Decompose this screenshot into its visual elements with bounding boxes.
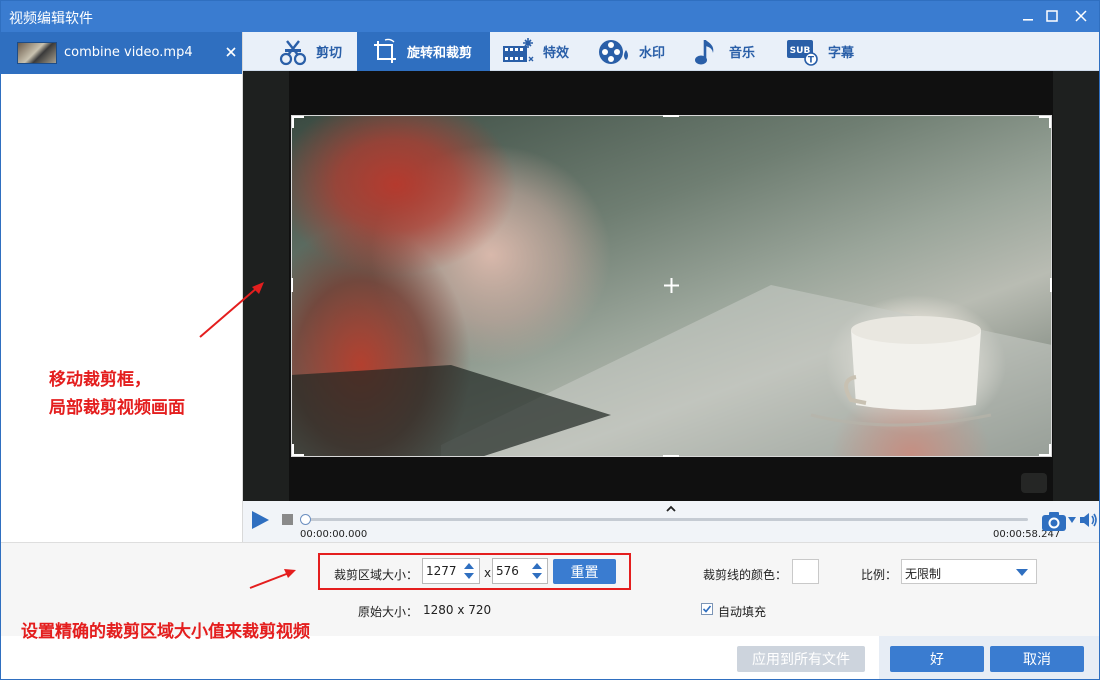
title-bar: 视频编辑软件	[1, 1, 1099, 32]
ok-button[interactable]: 好	[890, 646, 984, 672]
current-time: 00:00:00.000	[300, 529, 368, 540]
ratio-select[interactable]: 无限制	[901, 559, 1037, 584]
annotation-arrow-icon	[249, 569, 296, 589]
maximize-button[interactable]	[1040, 5, 1064, 27]
timeline-track[interactable]	[304, 518, 1028, 521]
annotation-crop-hint-line1: 移动裁剪框，	[49, 370, 151, 390]
remove-file-button[interactable]	[223, 44, 239, 60]
auto-fill-label: 自动填充	[718, 605, 767, 619]
cut-icon	[279, 39, 307, 65]
rotate-crop-icon	[374, 38, 396, 63]
tab-cut[interactable]: 剪切	[276, 32, 356, 71]
tab-label: 旋转和裁剪	[407, 46, 473, 61]
close-window-button[interactable]	[1069, 5, 1093, 27]
minimize-button[interactable]	[1016, 5, 1040, 27]
spinner-arrows-icon[interactable]	[463, 561, 475, 581]
music-icon	[695, 39, 714, 64]
play-icon[interactable]	[250, 510, 270, 530]
annotation-size-hint: 设置精确的裁剪区域大小值来裁剪视频	[21, 622, 310, 642]
file-list-item[interactable]: combine video.mp4	[1, 32, 242, 74]
apply-all-button[interactable]: 应用到所有文件	[737, 646, 865, 672]
crop-handle-left[interactable]	[291, 278, 293, 292]
crop-handle-bottom[interactable]	[663, 455, 679, 457]
tab-label: 音乐	[729, 46, 756, 61]
file-name: combine video.mp4	[64, 45, 193, 60]
crop-height-value: 576	[496, 564, 519, 578]
auto-fill-checkbox[interactable]	[701, 603, 713, 615]
crop-height-stepper[interactable]: 576	[492, 558, 548, 584]
ratio-label: 比例：	[861, 568, 898, 582]
maximize-icon	[1046, 10, 1058, 22]
tab-subtitle[interactable]: SUB T 字幕	[786, 32, 876, 71]
crop-line-color-picker[interactable]	[792, 559, 819, 584]
subtitle-icon: SUB T	[787, 39, 818, 66]
video-thumbnail	[17, 42, 57, 64]
crop-width-value: 1277	[426, 564, 457, 578]
times-sign: x	[484, 566, 492, 580]
window-title: 视频编辑软件	[9, 11, 93, 27]
app-window: 视频编辑软件 combine video.mp4 剪切 旋转和裁剪 特效 水印 …	[0, 0, 1100, 680]
crop-handle-top-right[interactable]	[1039, 116, 1051, 128]
ratio-value: 无限制	[905, 567, 942, 581]
crop-handle-top[interactable]	[663, 115, 679, 117]
tab-label: 特效	[543, 46, 570, 61]
tab-effects[interactable]: 特效	[501, 32, 581, 71]
stop-button[interactable]	[282, 514, 293, 525]
edit-tab-bar: 剪切 旋转和裁剪 特效 水印 音乐 SUB T 字幕	[243, 32, 1099, 71]
chevron-down-icon[interactable]	[1068, 517, 1076, 523]
crop-line-color-label: 裁剪线的颜色：	[703, 568, 788, 582]
volume-icon[interactable]	[1079, 511, 1099, 529]
original-size-label: 原始大小：	[358, 605, 419, 619]
tab-label: 水印	[639, 46, 666, 61]
tab-label: 字幕	[828, 46, 855, 61]
svg-text:T: T	[808, 55, 815, 65]
tab-music[interactable]: 音乐	[693, 32, 773, 71]
close-icon	[226, 47, 236, 57]
original-size-value: 1280 x 720	[423, 603, 492, 617]
video-watermark-logo	[1021, 473, 1047, 493]
crop-handle-bottom-left[interactable]	[292, 444, 304, 456]
minimize-icon	[1023, 19, 1033, 21]
crop-handle-bottom-right[interactable]	[1039, 444, 1051, 456]
crop-handle-top-left[interactable]	[292, 116, 304, 128]
annotation-crop-hint-line2: 局部裁剪视频画面	[49, 398, 185, 418]
crop-width-stepper[interactable]: 1277	[422, 558, 480, 584]
timeline-scrubber[interactable]	[300, 514, 311, 525]
tab-watermark[interactable]: 水印	[597, 32, 677, 71]
snapshot-camera-icon[interactable]	[1041, 510, 1067, 532]
effects-icon	[503, 37, 534, 62]
close-icon	[1075, 10, 1087, 22]
cancel-button[interactable]: 取消	[990, 646, 1084, 672]
crop-handle-right[interactable]	[1050, 278, 1052, 292]
chevron-down-icon	[1016, 569, 1028, 576]
tab-rotate-crop[interactable]: 旋转和裁剪	[357, 32, 490, 71]
reset-button[interactable]: 重置	[553, 559, 616, 584]
spinner-arrows-icon[interactable]	[531, 561, 543, 581]
chevron-up-icon[interactable]	[665, 504, 677, 514]
crop-size-label: 裁剪区域大小：	[334, 568, 419, 582]
tab-label: 剪切	[316, 46, 343, 61]
watermark-icon	[599, 39, 628, 64]
checkmark-icon	[702, 605, 712, 613]
crop-move-icon[interactable]	[663, 277, 680, 294]
annotation-arrow-icon	[199, 282, 264, 338]
